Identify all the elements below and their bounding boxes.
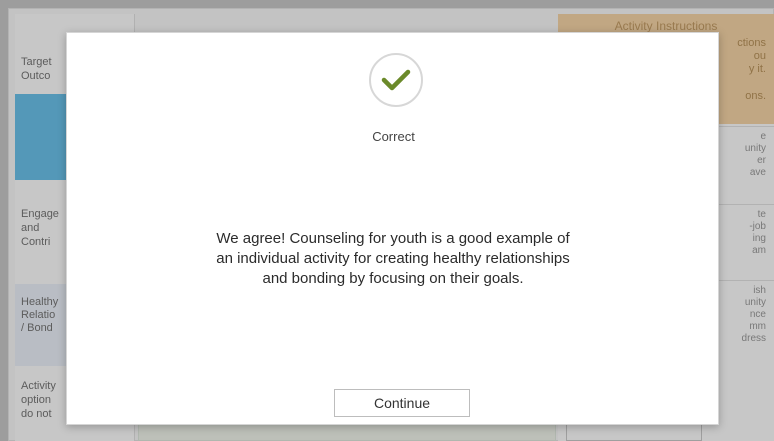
continue-button[interactable]: Continue — [334, 389, 470, 417]
feedback-dialog: Correct We agree! Counseling for youth i… — [66, 32, 719, 425]
status-label: Correct — [372, 129, 415, 144]
feedback-line-3: and bonding by focusing on their goals. — [262, 270, 524, 287]
feedback-line-1: We agree! Counseling for youth is a good… — [216, 230, 570, 247]
feedback-message: We agree! Counseling for youth is a good… — [188, 229, 598, 289]
correct-status-badge — [369, 53, 423, 107]
feedback-line-2: an individual activity for creating heal… — [216, 250, 570, 267]
checkmark-icon — [381, 69, 411, 91]
